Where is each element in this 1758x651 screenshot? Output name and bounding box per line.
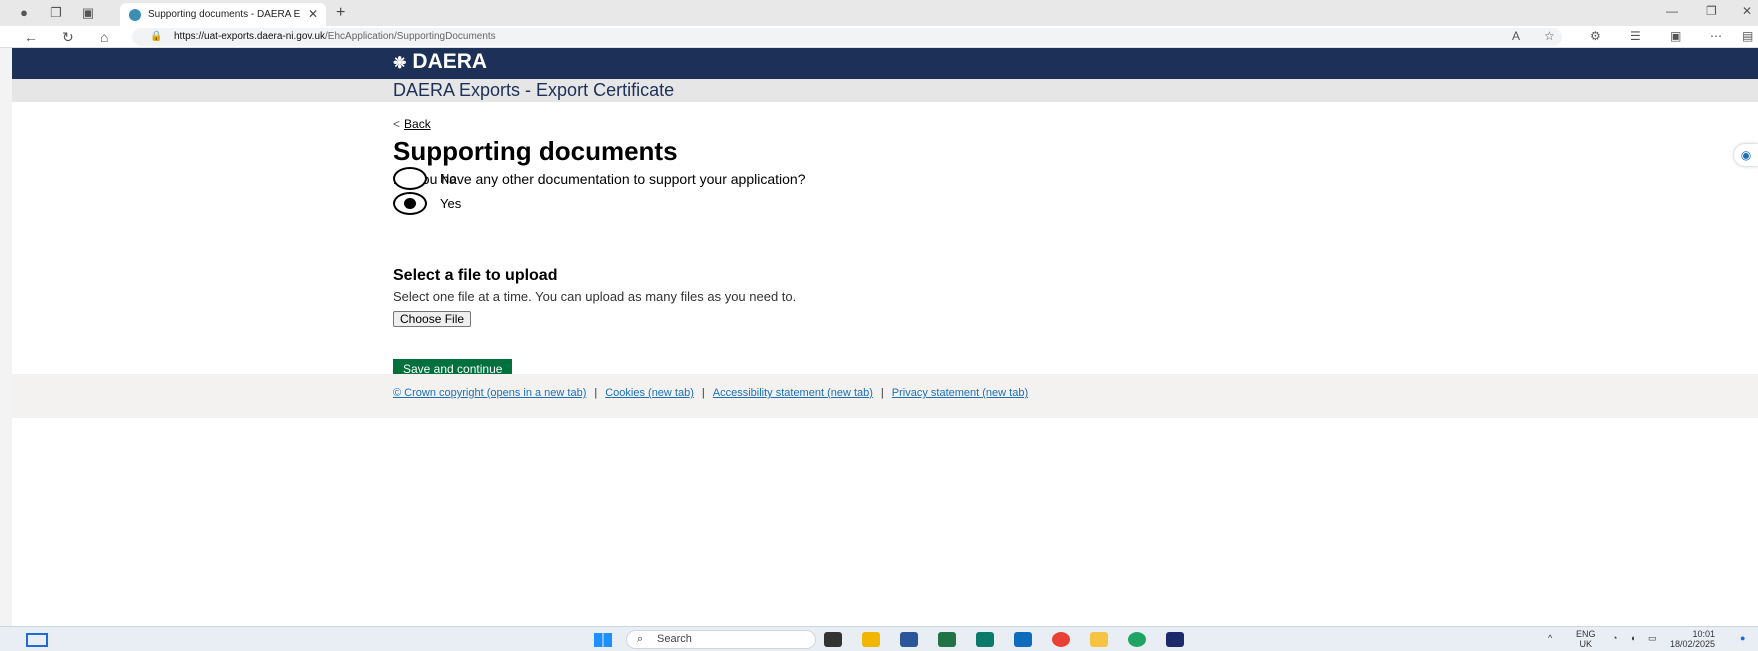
footer-links: © Crown copyright (opens in a new tab) | C… — [393, 387, 1028, 399]
taskbar-search[interactable]: ⌕ Search — [626, 630, 816, 649]
taskbar-search-placeholder: Search — [657, 633, 692, 645]
widgets-icon[interactable] — [26, 633, 48, 647]
web-page: ❉ DAERA DAERA Exports - Export Certificat… — [12, 48, 1758, 626]
home-icon[interactable]: ⌂ — [100, 29, 108, 45]
new-tab-icon[interactable]: + — [336, 4, 345, 22]
excel-icon[interactable] — [938, 632, 956, 647]
footer-link-privacy[interactable]: Privacy statement (new tab) — [892, 387, 1028, 399]
chevron-left-icon: < — [393, 117, 401, 131]
browser-tab-bar: ● ❐ ▣ Supporting documents - DAERA E ✕ +… — [0, 0, 1758, 26]
favorite-star-icon[interactable]: ☆ — [1544, 29, 1555, 43]
lock-icon[interactable]: 🔒 — [150, 28, 162, 46]
footer-separator: | — [594, 387, 598, 399]
url-host: https://uat-exports.daera-ni.gov.uk — [174, 31, 326, 42]
favicon-icon — [129, 9, 141, 21]
notification-bell-icon[interactable]: ● — [1740, 633, 1745, 643]
favorites-icon[interactable]: ☰ — [1630, 29, 1641, 43]
restore-icon[interactable]: ❐ — [1706, 4, 1717, 18]
sidebar-toggle-icon[interactable]: ▤ — [1742, 29, 1753, 43]
radio-option-no[interactable]: No — [393, 166, 457, 190]
upload-hint: Select one file at a time. You can uploa… — [393, 289, 797, 304]
close-tab-icon[interactable]: ✕ — [308, 3, 318, 26]
back-link-container: < Back — [393, 117, 431, 131]
tab-actions-icon[interactable]: ▣ — [80, 5, 96, 21]
read-aloud-icon[interactable]: A — [1512, 29, 1520, 43]
address-bar[interactable]: 🔒 https://uat-exports.daera-ni.gov.uk/Eh… — [132, 28, 1562, 46]
clock[interactable]: 10:01 18/02/2025 — [1670, 629, 1715, 649]
radio-yes-label[interactable]: Yes — [440, 196, 461, 211]
chevron-up-icon[interactable]: ^ — [1548, 633, 1552, 643]
browser-tab[interactable]: Supporting documents - DAERA E ✕ — [120, 3, 326, 26]
windows-start-icon[interactable] — [594, 633, 612, 647]
profile-icon[interactable]: ● — [16, 5, 32, 21]
search-icon: ⌕ — [637, 633, 644, 645]
site-footer: © Crown copyright (opens in a new tab) | C… — [12, 374, 1758, 418]
choose-file-button[interactable]: Choose File — [393, 311, 472, 327]
workspaces-icon[interactable]: ❐ — [48, 5, 64, 21]
footer-separator: | — [701, 387, 705, 399]
outlook-icon[interactable] — [1014, 632, 1032, 647]
upload-heading: Select a file to upload — [393, 267, 558, 284]
remote-desktop-icon[interactable] — [1166, 632, 1184, 647]
more-icon[interactable]: ⋯ — [1710, 29, 1722, 43]
daera-logo[interactable]: ❉ DAERA — [393, 50, 487, 74]
edge-icon[interactable] — [1128, 632, 1146, 647]
battery-icon[interactable]: ▭ — [1648, 633, 1657, 644]
windows-taskbar: ⌕ Search ^ ENG UK ◔ ◖ ▭ 10:01 18/02/2025 ● — [0, 626, 1758, 651]
url-path: /EhcApplication/SupportingDocuments — [325, 31, 496, 42]
planner-icon[interactable] — [976, 632, 994, 647]
collections-icon[interactable]: ▣ — [1670, 29, 1681, 43]
page-title: Supporting documents — [393, 136, 678, 166]
close-window-icon[interactable]: ✕ — [1742, 4, 1752, 18]
daera-emblem-icon: ❉ — [393, 55, 407, 72]
browser-toolbar: ← ↻ ⌂ 🔒 https://uat-exports.daera-ni.gov… — [0, 26, 1758, 48]
chrome-icon[interactable] — [1052, 632, 1070, 647]
back-arrow-icon[interactable]: ← — [24, 29, 38, 45]
language-indicator[interactable]: ENG UK — [1576, 629, 1596, 649]
extensions-icon[interactable]: ⚙ — [1590, 29, 1601, 43]
word-icon[interactable] — [900, 632, 918, 647]
footer-link-cookies[interactable]: Cookies (new tab) — [605, 387, 694, 399]
site-header: ❉ DAERA — [12, 48, 1758, 79]
service-banner: DAERA Exports - Export Certificate — [12, 79, 1758, 102]
assistant-widget-icon[interactable]: ◉ — [1734, 144, 1758, 166]
radio-no[interactable] — [393, 166, 427, 190]
footer-link-copyright[interactable]: © Crown copyright (opens in a new tab) — [393, 387, 586, 399]
back-link[interactable]: Back — [404, 117, 431, 131]
file-explorer-icon[interactable] — [862, 632, 880, 647]
task-view-icon[interactable] — [824, 632, 842, 647]
minimize-icon[interactable]: — — [1666, 4, 1678, 18]
radio-yes[interactable] — [393, 191, 427, 215]
volume-icon[interactable]: ◖ — [1630, 633, 1635, 643]
footer-separator: | — [880, 387, 884, 399]
wifi-icon[interactable]: ◔ — [1612, 633, 1617, 643]
radio-option-yes[interactable]: Yes — [393, 191, 461, 215]
radio-no-label[interactable]: No — [440, 171, 457, 186]
tab-title: Supporting documents - DAERA E — [148, 9, 301, 20]
service-name[interactable]: DAERA Exports - Export Certificate — [393, 79, 674, 102]
footer-link-accessibility[interactable]: Accessibility statement (new tab) — [713, 387, 873, 399]
refresh-icon[interactable]: ↻ — [62, 29, 74, 46]
app-icon[interactable] — [1090, 632, 1108, 647]
